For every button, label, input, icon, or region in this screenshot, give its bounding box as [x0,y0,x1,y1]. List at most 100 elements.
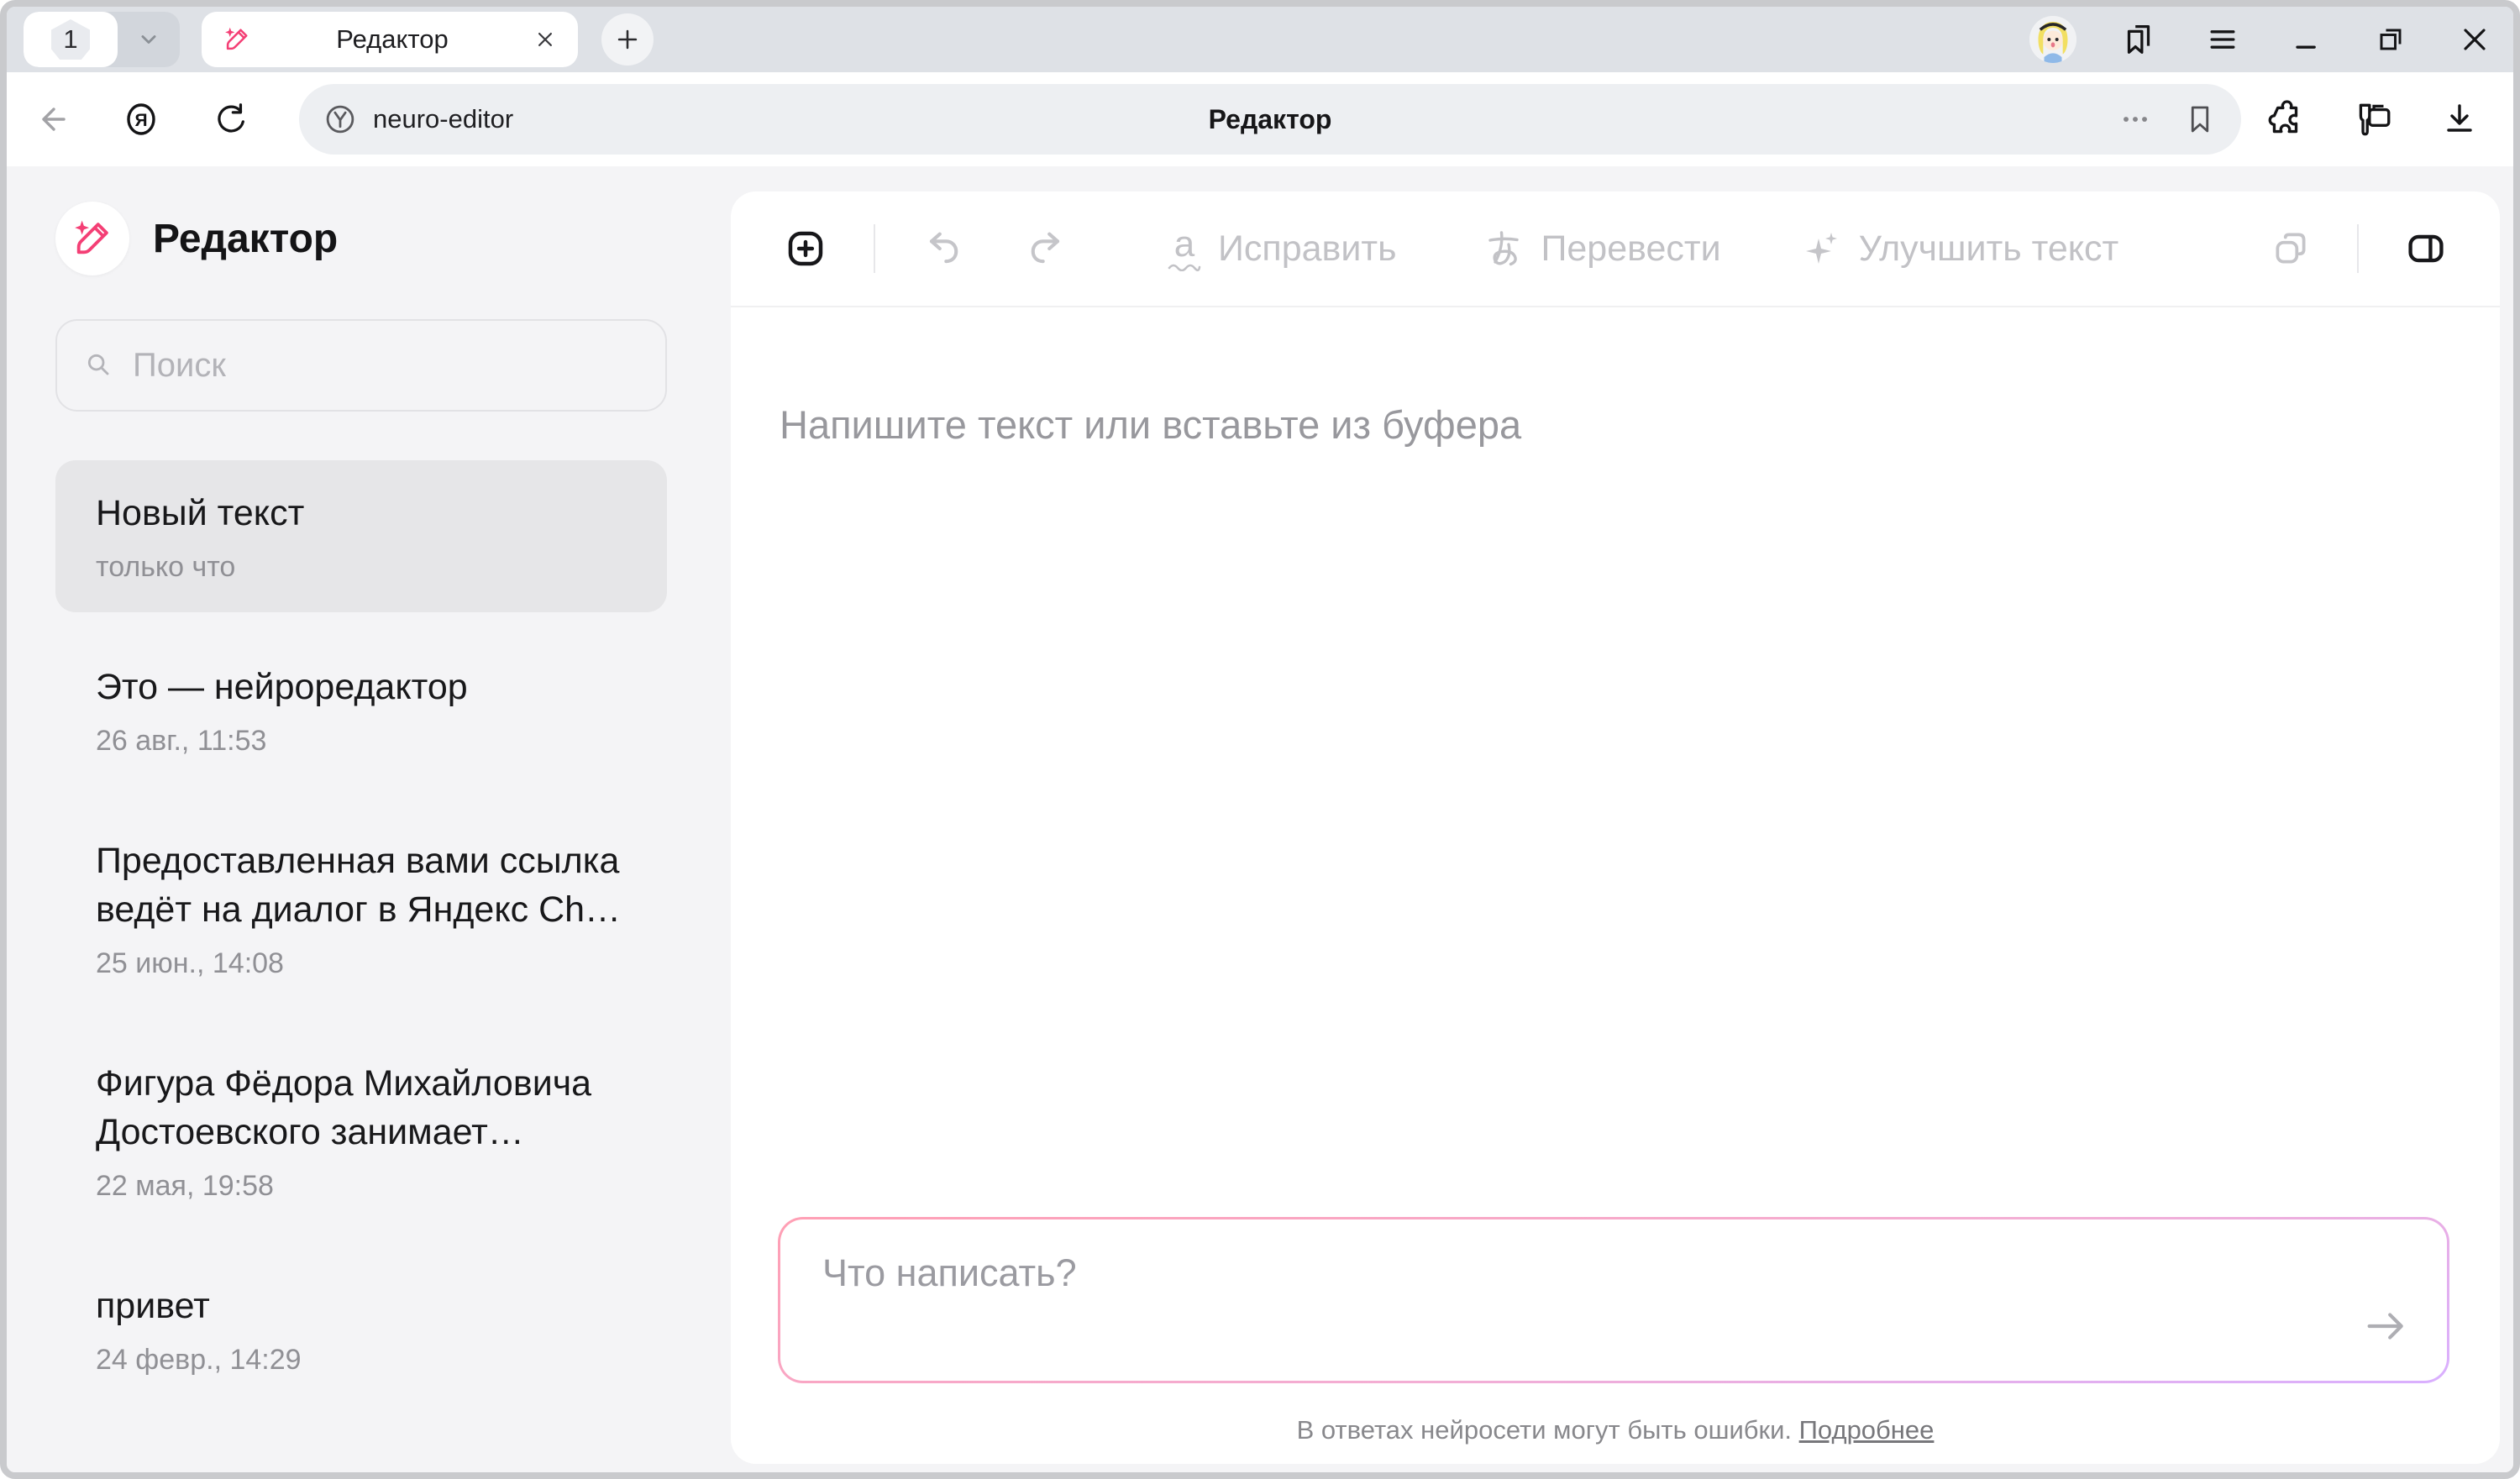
bookmarks-icon [2119,20,2158,59]
undo-icon [921,227,964,270]
spellcheck-icon: а [1168,226,1201,271]
address-bar-actions [2265,98,2488,140]
panel-toggle-icon [2404,227,2448,270]
ai-disclaimer: В ответах нейросети могут быть ошибки. П… [731,1415,2500,1445]
improve-text-button[interactable]: Улучшить текст [1802,228,2119,270]
translate-icon [1483,228,1524,269]
minimize-icon [2288,21,2325,58]
page-title: Редактор [1209,104,1332,135]
close-icon [2456,21,2493,58]
plus-icon [613,25,642,54]
toggle-sidebar-button[interactable] [2404,227,2448,270]
browser-window: 1 Редактор [0,0,2520,1479]
tab-list-dropdown[interactable] [118,12,180,67]
app-logo [55,202,129,275]
extensions-puzzle-icon[interactable] [2265,98,2307,140]
tab-counter-group: 1 [24,12,180,67]
minimize-button[interactable] [2285,18,2328,61]
bookmarks-panel-button[interactable] [2117,18,2160,61]
restore-window-icon [2372,21,2409,58]
profile-avatar[interactable] [2029,16,2076,63]
document-title: Это — нейроредактор [96,663,627,711]
document-title: Предоставленная вами ссылка ведёт на диа… [96,837,627,934]
search-icon [82,349,116,382]
redo-icon [1025,227,1068,270]
magic-pen-logo-icon [70,216,115,261]
sidebar: Редактор Новый текст только что Это — не… [7,166,731,1472]
magic-pen-icon [222,24,252,55]
document-list-item[interactable]: привет 24 февр., 14:29 [55,1253,667,1405]
yandex-logo-icon: Я [121,99,161,139]
document-list-item[interactable]: Фигура Фёдора Михайловича Достоевского з… [55,1031,667,1231]
restore-button[interactable] [2369,18,2412,61]
app-logo-row: Редактор [55,202,667,275]
toolbar-divider-right [2357,224,2359,273]
new-tab-button[interactable] [601,13,654,66]
document-timestamp: 25 июн., 14:08 [96,947,627,980]
url-text: neuro-editor [373,104,513,134]
address-bar: Я neuro-editor Редактор [7,72,2513,166]
translate-button[interactable]: Перевести [1483,228,1720,270]
tab-counter-value: 1 [63,24,77,55]
prompt-input[interactable]: Что написать? [778,1217,2449,1383]
close-window-button[interactable] [2453,18,2496,61]
document-timestamp: только что [96,551,627,584]
hamburger-menu-icon [2204,21,2241,58]
sparkles-icon [1802,228,1842,269]
back-button[interactable] [32,99,72,139]
url-bar[interactable]: neuro-editor Редактор [299,84,2241,155]
yandex-home-button[interactable]: Я [121,99,161,139]
document-timestamp: 24 февр., 14:29 [96,1344,627,1377]
learn-more-link[interactable]: Подробнее [1799,1415,1935,1445]
document-title: Фигура Фёдора Михайловича Достоевского з… [96,1059,627,1156]
bookmark-page-icon[interactable] [2182,102,2218,137]
app-title: Редактор [153,216,338,262]
tab-counter-badge: 1 [51,19,90,60]
copy-icon [2270,228,2312,270]
toolbar-divider [874,224,875,273]
send-prompt-button[interactable] [2358,1298,2413,1354]
translate-label: Перевести [1541,228,1720,270]
tab-counter-button[interactable]: 1 [24,12,118,67]
tab-close-icon[interactable] [533,27,558,52]
redo-button[interactable] [1025,227,1068,270]
passwords-key-icon[interactable] [2352,98,2394,140]
more-actions-icon[interactable] [2117,101,2154,138]
search-input[interactable] [133,347,640,385]
browser-menu-button[interactable] [2201,18,2244,61]
chevron-down-icon [134,25,163,54]
tab-editor[interactable]: Редактор [202,12,578,67]
document-timestamp: 22 мая, 19:58 [96,1170,627,1203]
reload-button[interactable] [210,99,250,139]
new-document-icon [783,226,828,271]
tab-strip: 1 Редактор [7,7,2513,72]
toolbar-right [2270,224,2448,273]
editor-panel: а Исправить Перевести У [731,191,2500,1464]
page-content: Редактор Новый текст только что Это — не… [7,166,2513,1472]
svg-text:Я: Я [134,111,147,130]
fix-text-button[interactable]: а Исправить [1168,226,1396,271]
editor-area[interactable]: Напишите текст или вставьте из буфера Чт… [731,307,2500,1464]
undo-button[interactable] [921,227,964,270]
fix-text-label: Исправить [1218,228,1396,270]
arrow-right-icon [2360,1300,2412,1352]
document-list-item[interactable]: Новый текст только что [55,460,667,612]
editor-toolbar: а Исправить Перевести У [731,191,2500,307]
new-document-button[interactable] [783,226,828,271]
disclaimer-text: В ответах нейросети могут быть ошибки. [1297,1415,1792,1445]
document-title: Новый текст [96,489,627,538]
downloads-icon[interactable] [2439,99,2480,139]
back-arrow-icon [32,99,72,139]
document-list-item[interactable]: Это — нейроредактор 26 авг., 11:53 [55,634,667,786]
document-timestamp: 26 авг., 11:53 [96,725,627,758]
search-box[interactable] [55,319,667,412]
improve-text-label: Улучшить текст [1859,228,2119,270]
avatar-girl-image [2029,16,2076,63]
document-list-item[interactable]: Предоставленная вами ссылка ведёт на диа… [55,808,667,1009]
document-title: привет [96,1282,627,1330]
prompt-placeholder: Что написать? [822,1251,2405,1295]
copy-text-button[interactable] [2270,228,2312,270]
tab-title: Редактор [252,24,533,55]
document-list: Новый текст только что Это — нейроредакт… [55,460,667,1405]
site-favicon-icon [323,102,358,137]
